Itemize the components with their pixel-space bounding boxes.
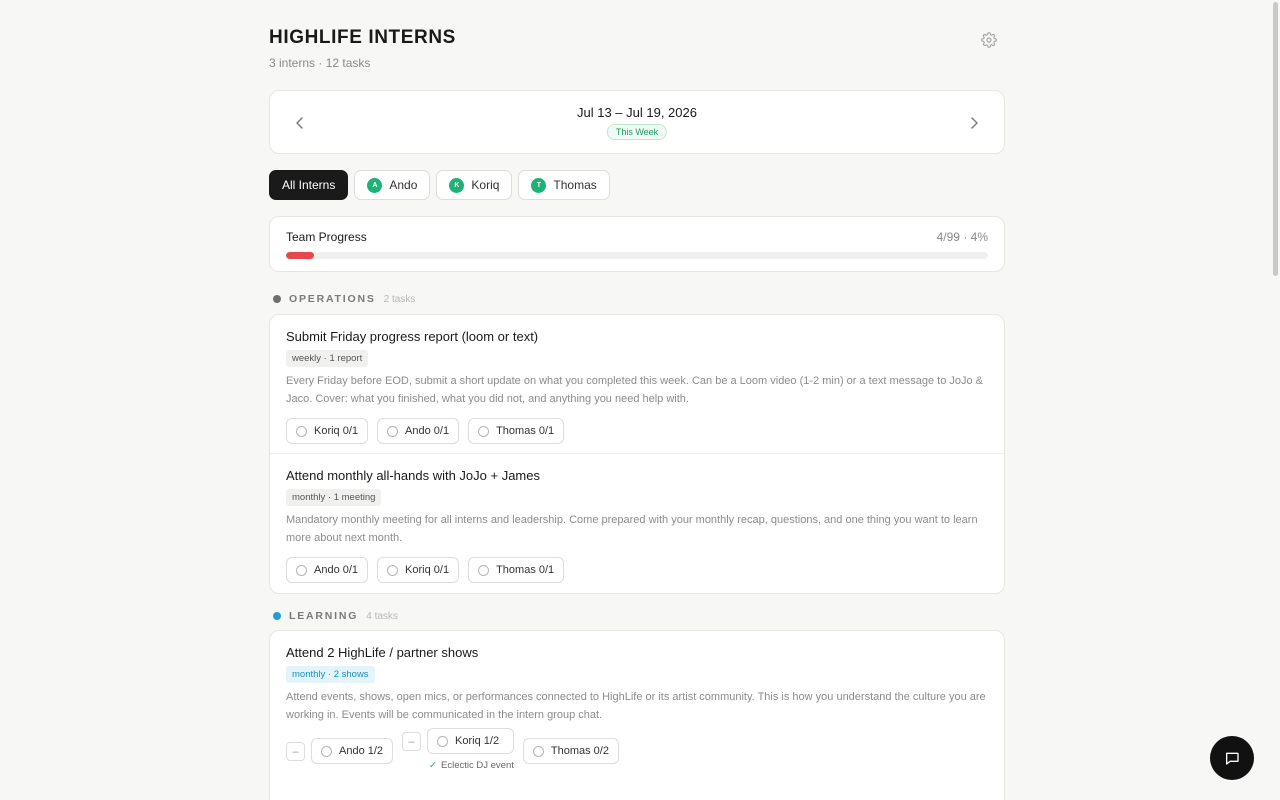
- assignee-group-koriq: – Koriq 1/2 ✓ Eclectic DJ event: [402, 728, 514, 771]
- progress-track: [286, 252, 988, 259]
- circle-icon: [532, 745, 544, 757]
- page-subtitle: 3 interns · 12 tasks: [269, 56, 371, 70]
- section-count: 2 tasks: [383, 293, 416, 305]
- assignee-toggle-ando[interactable]: Ando 1/2: [311, 738, 394, 764]
- section-header-learning: LEARNING 4 tasks: [273, 610, 398, 622]
- filter-ando[interactable]: A Ando: [354, 170, 431, 200]
- filter-label: Koriq: [471, 178, 500, 192]
- assignee-label: Koriq 1/2: [455, 735, 500, 747]
- circle-icon: [387, 425, 399, 437]
- assignee-label: Koriq 0/1: [314, 425, 359, 437]
- filter-label: Thomas: [553, 178, 597, 192]
- check-icon: ✓: [429, 760, 438, 771]
- section-card-learning: Attend 2 HighLife / partner shows monthl…: [269, 630, 1005, 800]
- assignee-label: Thomas 0/1: [496, 425, 555, 437]
- circle-icon: [296, 564, 307, 576]
- decrement-button[interactable]: –: [402, 732, 422, 751]
- assignee-toggle-thomas[interactable]: Thomas 0/2: [522, 738, 619, 764]
- chevron-right-icon[interactable]: [966, 115, 982, 131]
- section-card-operations: Submit Friday progress report (loom or t…: [269, 314, 1005, 594]
- week-range-label: Jul 13 – Jul 19, 2026: [577, 105, 697, 120]
- assignee-label: Koriq 0/1: [405, 564, 450, 576]
- task-title: Attend 2 HighLife / partner shows: [286, 645, 479, 660]
- task-title: Submit Friday progress report (loom or t…: [286, 329, 539, 344]
- progress-fill: [286, 252, 315, 259]
- assignee-column: Koriq 1/2 ✓ Eclectic DJ event: [427, 728, 514, 771]
- assignee-toggle-koriq[interactable]: Koriq 0/1: [377, 557, 460, 583]
- assignee-list: Ando 0/1 Koriq 0/1 Thomas 0/1: [286, 557, 988, 583]
- task-frequency-tag: weekly · 1 report: [286, 350, 369, 367]
- assignee-list: – Ando 1/2 – Koriq 1/2 ✓ Eclectic DJ even…: [286, 728, 988, 771]
- page-header: HIGHLIFE INTERNS 3 interns · 12 tasks: [269, 26, 1005, 76]
- circle-icon: [321, 745, 332, 757]
- assignee-label: Thomas 0/1: [496, 564, 555, 576]
- task-description: Every Friday before EOD, submit a short …: [286, 375, 984, 405]
- this-week-badge: This Week: [606, 124, 668, 140]
- circle-icon: [437, 735, 449, 747]
- task-frequency-tag: monthly · 1 meeting: [286, 489, 382, 506]
- section-name: LEARNING: [289, 610, 359, 622]
- assignee-label: Ando 1/2: [339, 745, 384, 757]
- completion-note: ✓ Eclectic DJ event: [429, 760, 514, 771]
- filter-label: All Interns: [282, 178, 336, 192]
- chat-bubble-icon: [1226, 752, 1239, 765]
- circle-icon: [478, 564, 490, 576]
- assignee-toggle-ando[interactable]: Ando 0/1: [377, 418, 460, 444]
- assignee-toggle-koriq[interactable]: Koriq 0/1: [286, 418, 369, 444]
- assignee-list: Koriq 0/1 Ando 0/1 Thomas 0/1: [286, 418, 988, 444]
- assignee-toggle-koriq[interactable]: Koriq 1/2: [427, 728, 514, 754]
- filter-koriq[interactable]: K Koriq: [436, 170, 513, 200]
- gear-icon[interactable]: [981, 32, 997, 48]
- filter-label: Ando: [389, 178, 418, 192]
- section-dot: [273, 295, 281, 303]
- avatar: T: [531, 177, 547, 193]
- assignee-toggle-thomas[interactable]: Thomas 0/1: [468, 418, 565, 444]
- page-title: HIGHLIFE INTERNS: [269, 27, 456, 48]
- task-description: Attend events, shows, open mics, or perf…: [286, 691, 986, 721]
- intern-filter-bar: All Interns A Ando K Koriq T Thomas: [269, 170, 610, 200]
- week-navigator: Jul 13 – Jul 19, 2026 This Week: [269, 90, 1005, 154]
- scrollbar[interactable]: [1272, 0, 1280, 800]
- section-header-operations: OPERATIONS 2 tasks: [273, 293, 415, 305]
- scrollbar-thumb[interactable]: [1273, 2, 1278, 276]
- circle-icon: [387, 564, 399, 576]
- progress-count: 4/99 · 4%: [936, 230, 988, 244]
- decrement-button[interactable]: –: [286, 742, 305, 761]
- assignee-label: Thomas 0/2: [550, 745, 609, 757]
- avatar: K: [449, 177, 465, 193]
- avatar: A: [367, 177, 383, 193]
- task-item: Attend 2 HighLife / partner shows monthl…: [270, 631, 1004, 791]
- note-text: Eclectic DJ event: [441, 760, 514, 771]
- team-progress-card: Team Progress 4/99 · 4%: [269, 216, 1005, 272]
- assignee-toggle-thomas[interactable]: Thomas 0/1: [468, 557, 565, 583]
- filter-thomas[interactable]: T Thomas: [518, 170, 610, 200]
- assignee-group-ando: – Ando 1/2: [286, 738, 394, 764]
- chat-button[interactable]: [1210, 736, 1254, 780]
- filter-all-interns[interactable]: All Interns: [269, 170, 349, 200]
- task-description: Mandatory monthly meeting for all intern…: [286, 514, 978, 544]
- section-count: 4 tasks: [366, 610, 398, 622]
- section-name: OPERATIONS: [289, 293, 376, 305]
- section-dot: [273, 612, 281, 620]
- assignee-label: Ando 0/1: [314, 564, 359, 576]
- assignee-label: Ando 0/1: [405, 425, 450, 437]
- task-item: Attend monthly all-hands with JoJo + Jam…: [270, 454, 1004, 593]
- task-frequency-tag: monthly · 2 shows: [286, 666, 375, 683]
- progress-title: Team Progress: [286, 230, 367, 244]
- circle-icon: [478, 425, 490, 437]
- circle-icon: [296, 425, 307, 437]
- task-title: Attend monthly all-hands with JoJo + Jam…: [286, 468, 540, 483]
- task-item: Submit Friday progress report (loom or t…: [270, 315, 1004, 454]
- assignee-toggle-ando[interactable]: Ando 0/1: [286, 557, 369, 583]
